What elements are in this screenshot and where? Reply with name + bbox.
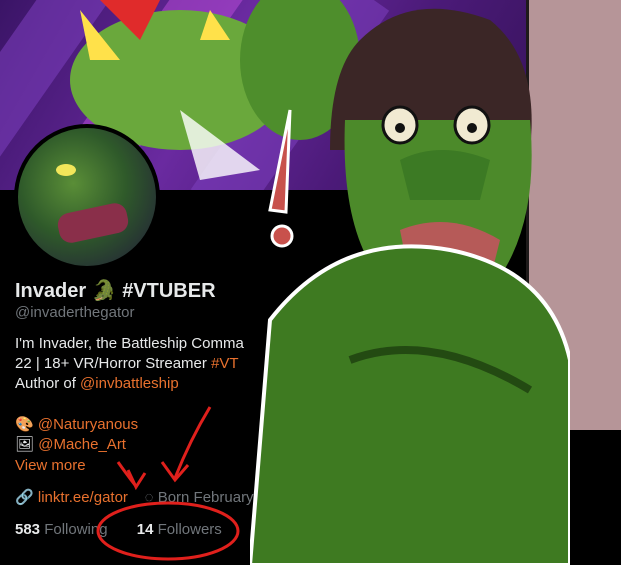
user-handle: @invaderthegator [15,304,135,321]
mention-link[interactable]: @invbattleship [80,375,179,392]
view-more-link[interactable]: View more [15,457,86,474]
following-count: 583 [15,521,41,538]
profile-avatar[interactable] [14,124,160,270]
bio-line: 22 | 18+ VR/Horror Streamer [15,355,212,372]
profile-meta: 🔗 linktr.ee/gator ◌ Born February [15,488,254,506]
vtuber-character-art [250,8,570,565]
crocodile-emoji-icon: 🐊 [91,280,117,302]
follow-stats: 583 Following 14 Followers [15,521,222,538]
followers-label: Followers [157,521,222,538]
credit-line-model: 🖼 @Mache_Art [15,435,126,453]
bio-line: Author of [15,375,81,392]
annotation-arrow [173,406,212,479]
credit-line-art: 🎨 @Naturyanous [15,415,138,433]
followers-count: 14 [136,521,154,538]
display-name-text: Invader [15,280,87,302]
palette-icon: 🎨 [15,416,34,433]
balloon-icon: ◌ [144,489,154,506]
display-name: Invader 🐊 #VTUBER [15,278,216,303]
hashtag-link[interactable]: #VT [211,355,239,372]
followers-stat[interactable]: 14 Followers [137,521,222,538]
display-name-tag: #VTUBER [122,280,216,302]
link-icon: 🔗 [15,489,34,506]
following-label: Following [44,521,108,538]
annotation-arrow [116,461,137,486]
mention-link[interactable]: @Naturyanous [38,416,138,433]
framed-picture-icon: 🖼 [15,436,35,453]
following-stat[interactable]: 583 Following [15,521,108,538]
website-link[interactable]: linktr.ee/gator [38,489,128,506]
profile-bio: I'm Invader, the Battleship Comma 22 | 1… [15,334,265,394]
mention-link[interactable]: @Mache_Art [38,436,126,453]
bio-line: I'm Invader, the Battleship Comma [15,335,244,352]
birthday-text: Born February [157,489,254,506]
